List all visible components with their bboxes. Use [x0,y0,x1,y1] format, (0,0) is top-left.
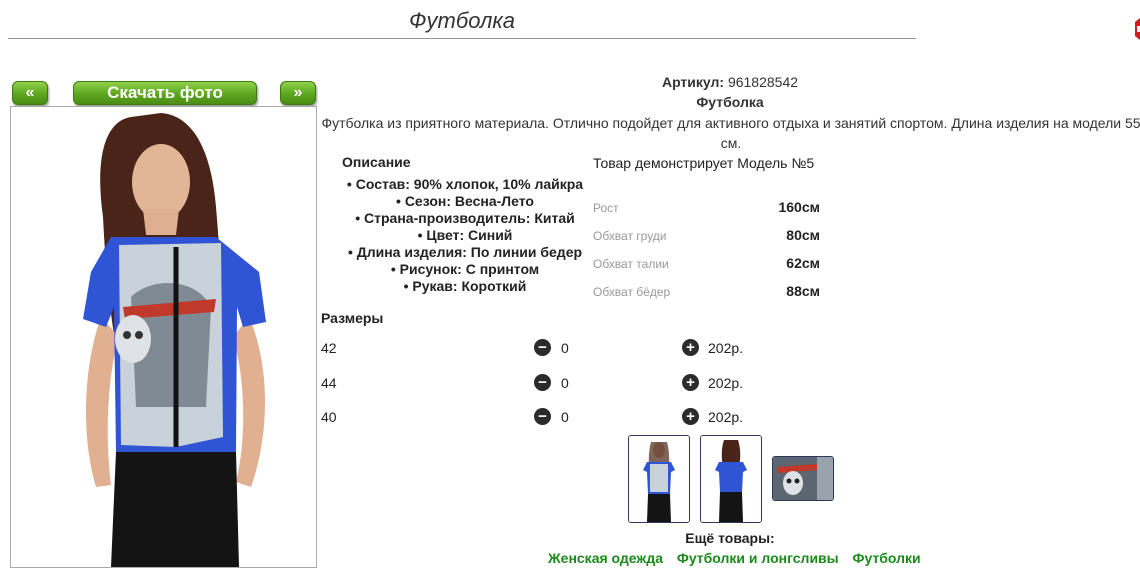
price-value: 202р. [708,375,744,391]
main-product-photo[interactable] [10,106,317,568]
minus-icon[interactable]: − [534,339,551,356]
measurement-value: 62см [786,255,820,271]
quantity-value: 0 [561,409,569,425]
measurement-label: Рост [593,201,619,215]
category-link[interactable]: Футболки [853,550,921,566]
plus-icon[interactable]: + [682,374,699,391]
size-row: 44 − 0 + 202р. [321,374,761,394]
plus-icon[interactable]: + [682,339,699,356]
feature-item: • Рукав: Короткий [403,278,527,294]
quantity-value: 0 [561,340,569,356]
price-value: 202р. [708,340,744,356]
size-row: 42 − 0 + 202р. [321,339,761,359]
article-label: Артикул: [661,74,725,90]
download-photo-button[interactable]: Скачать фото [73,81,257,105]
sizes-heading: Размеры [321,310,384,326]
price-value: 202р. [708,409,744,425]
more-products-heading: Ещё товары: [685,530,775,546]
feature-item: • Состав: 90% хлопок, 10% лайкра [346,176,584,192]
measurement-label: Обхват бёдер [593,285,671,299]
category-link[interactable]: Футболки и лонгсливы [677,550,839,566]
page-title: Футболка [409,8,515,33]
feature-item: • Длина изделия: По линии бедер [347,244,583,260]
thumbnail-front-image [629,436,689,522]
thumbnail-print-image [773,457,833,500]
size-label: 40 [321,409,337,425]
product-description: Футболка из приятного материала. Отлично… [321,115,1140,151]
description-heading: Описание [342,154,411,170]
article-number: Артикул: 961828542 [560,74,900,90]
thumbnail-print[interactable] [772,456,834,501]
title-divider [8,38,916,39]
minus-icon[interactable]: − [534,374,551,391]
thumbnail-front[interactable] [628,435,690,523]
article-value: 961828542 [727,74,799,90]
plus-icon[interactable]: + [682,408,699,425]
size-label: 44 [321,375,337,391]
feature-item: • Цвет: Синий [417,227,513,243]
more-products-links: Женская одежда Футболки и лонгсливы Футб… [548,550,931,566]
close-icon[interactable] [1131,14,1140,44]
measurement-value: 80см [786,227,820,243]
quantity-value: 0 [561,375,569,391]
feature-item: • Сезон: Весна-Лето [396,193,534,209]
category-link[interactable]: Женская одежда [548,550,663,566]
product-name: Футболка [696,94,764,110]
feature-item: • Рисунок: С принтом [390,261,540,277]
size-label: 42 [321,340,337,356]
thumbnail-back[interactable] [700,435,762,523]
features-list: • Состав: 90% хлопок, 10% лайкра • Сезон… [330,176,600,295]
size-row: 40 − 0 + 202р. [321,408,761,428]
measurement-label: Обхват груди [593,229,667,243]
measurement-value: 160см [778,199,820,215]
prev-photo-button[interactable]: « [12,81,48,105]
next-photo-button[interactable]: » [280,81,316,105]
measurement-label: Обхват талии [593,257,669,271]
measurement-value: 88см [786,283,820,299]
model-heading: Товар демонстрирует Модель №5 [593,155,815,171]
feature-item: • Страна-производитель: Китай [355,210,575,226]
model-photo-image [11,107,316,567]
thumbnail-back-image [701,436,761,522]
minus-icon[interactable]: − [534,408,551,425]
